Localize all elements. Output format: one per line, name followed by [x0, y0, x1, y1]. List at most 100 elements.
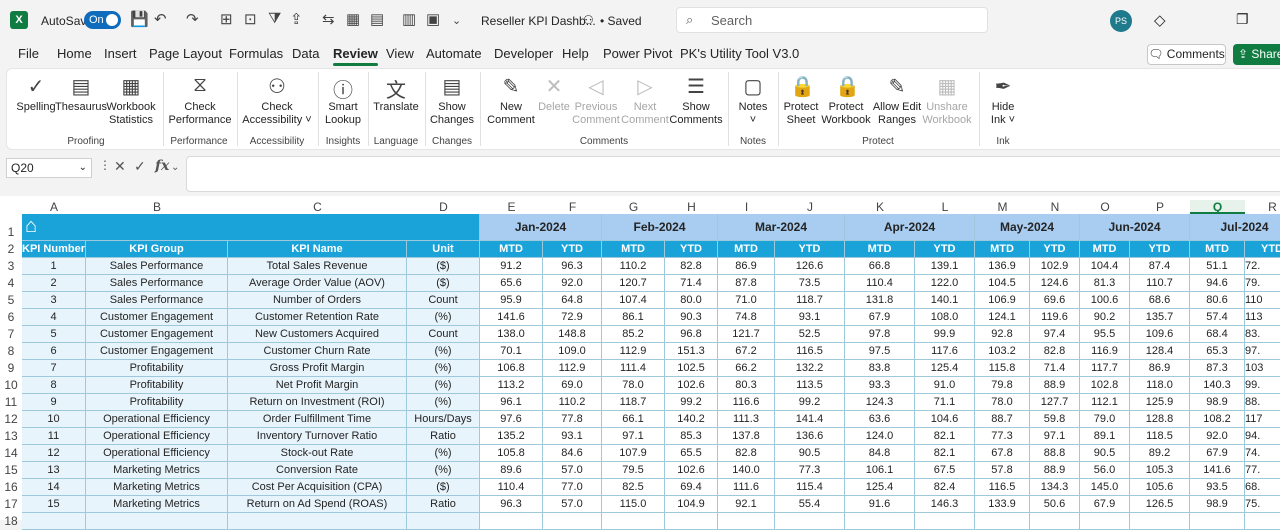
table-cell[interactable]: 82.5	[602, 479, 665, 496]
table-cell[interactable]: 78.0	[975, 394, 1030, 411]
row-header-16[interactable]: 16	[0, 479, 22, 496]
table-cell[interactable]: 139.1	[915, 258, 975, 275]
table-cell[interactable]: 65.3	[1190, 343, 1245, 360]
column-header-E[interactable]: E	[480, 200, 543, 214]
table-cell[interactable]: Inventory Turnover Ratio	[228, 428, 407, 445]
table-cell[interactable]: 108.2	[1190, 411, 1245, 428]
table-cell[interactable]: 80.3	[718, 377, 775, 394]
row-header-18[interactable]: 18	[0, 513, 22, 530]
table-cell[interactable]: 71.4	[665, 275, 718, 292]
ribbon-button-check-performance[interactable]: Check Performance	[160, 101, 240, 127]
table-cell[interactable]: 88.	[1245, 394, 1280, 411]
table-cell[interactable]: 79.	[1245, 275, 1280, 292]
table-cell[interactable]: 136.9	[975, 258, 1030, 275]
table-cell[interactable]: 110.2	[602, 258, 665, 275]
table-cell[interactable]: 82.8	[665, 258, 718, 275]
table-cell[interactable]: 88.7	[975, 411, 1030, 428]
table-cell[interactable]: 110.4	[480, 479, 543, 496]
table-cell[interactable]: 90.5	[775, 445, 845, 462]
table-cell[interactable]: (%)	[407, 343, 480, 360]
table-cell[interactable]: 90.5	[1080, 445, 1130, 462]
table-cell[interactable]: 68.4	[1190, 326, 1245, 343]
table-cell[interactable]: 89.2	[1130, 445, 1190, 462]
table-cell[interactable]: 89.6	[480, 462, 543, 479]
table-cell[interactable]: 82.1	[915, 428, 975, 445]
table-cell[interactable]: 84.8	[845, 445, 915, 462]
table-cell[interactable]: 15	[22, 496, 86, 513]
table-cell[interactable]: 117	[1245, 411, 1280, 428]
table-cell[interactable]: Stock-out Rate	[228, 445, 407, 462]
table-cell[interactable]: 112.1	[1080, 394, 1130, 411]
table-cell[interactable]: 14	[22, 479, 86, 496]
table-cell[interactable]: 1	[22, 258, 86, 275]
table-cell[interactable]: Ratio	[407, 496, 480, 513]
table-cell[interactable]: 128.8	[1130, 411, 1190, 428]
table-cell[interactable]: 135.2	[480, 428, 543, 445]
table-cell[interactable]: 124.0	[845, 428, 915, 445]
table-cell[interactable]: Operational Efficiency	[86, 445, 228, 462]
column-header-M[interactable]: M	[975, 200, 1030, 214]
name-box[interactable]: Q20 ⌄	[6, 158, 92, 178]
table-cell[interactable]: 141.4	[775, 411, 845, 428]
column-header-B[interactable]: B	[86, 200, 228, 214]
table-cell[interactable]: 57.8	[975, 462, 1030, 479]
table-cell[interactable]: 94.	[1245, 428, 1280, 445]
table-cell[interactable]: 97.5	[845, 343, 915, 360]
table-cell[interactable]: 82.4	[915, 479, 975, 496]
table-cell[interactable]: Operational Efficiency	[86, 411, 228, 428]
table-cell[interactable]: 126.6	[775, 258, 845, 275]
tab-data[interactable]: Data	[292, 46, 319, 61]
table-cell[interactable]: 86.9	[1130, 360, 1190, 377]
table-cell[interactable]: 121.7	[718, 326, 775, 343]
table-cell[interactable]: 135.7	[1130, 309, 1190, 326]
calculator-icon[interactable]: ▥	[402, 10, 416, 28]
table-cell[interactable]: 77.3	[975, 428, 1030, 445]
row-header-10[interactable]: 10	[0, 377, 22, 394]
table-cell[interactable]: 100.6	[1080, 292, 1130, 309]
table-cell[interactable]: 96.1	[480, 394, 543, 411]
table-cell[interactable]: 88.9	[1030, 462, 1080, 479]
table-cell[interactable]: 115.0	[602, 496, 665, 513]
table-cell[interactable]	[845, 513, 915, 530]
table-cell[interactable]: 95.5	[1080, 326, 1130, 343]
save-icon[interactable]: 💾	[130, 10, 149, 28]
table-cell[interactable]: 116.5	[775, 343, 845, 360]
table-cell[interactable]: 65.5	[665, 445, 718, 462]
table-cell[interactable]: 79.8	[975, 377, 1030, 394]
table-cell[interactable]: 67.9	[1080, 496, 1130, 513]
ribbon-button-hide-ink[interactable]: Hide Ink ˅	[963, 101, 1043, 127]
table-cell[interactable]: Sales Performance	[86, 258, 228, 275]
table-cell[interactable]: Customer Engagement	[86, 326, 228, 343]
tab-help[interactable]: Help	[562, 46, 589, 61]
table-cell[interactable]: 145.0	[1080, 479, 1130, 496]
table-cell[interactable]: 118.5	[1130, 428, 1190, 445]
table-cell[interactable]: (%)	[407, 445, 480, 462]
table-cell[interactable]: 71.1	[915, 394, 975, 411]
table-cell[interactable]: Sales Performance	[86, 275, 228, 292]
table-cell[interactable]: 82.8	[718, 445, 775, 462]
row-header-17[interactable]: 17	[0, 496, 22, 513]
column-header-F[interactable]: F	[543, 200, 602, 214]
table-cell[interactable]: 108.0	[915, 309, 975, 326]
column-header-O[interactable]: O	[1080, 200, 1130, 214]
table-cell[interactable]: 118.7	[775, 292, 845, 309]
table-cell[interactable]: 63.6	[845, 411, 915, 428]
table-cell[interactable]	[407, 513, 480, 530]
formula-input[interactable]	[186, 156, 1280, 192]
table-cell[interactable]: 109.6	[1130, 326, 1190, 343]
table-cell[interactable]: 79.0	[1080, 411, 1130, 428]
avatar[interactable]: PS	[1110, 10, 1132, 32]
tab-file[interactable]: File	[18, 46, 39, 61]
expand-fx-icon[interactable]: ⌄	[171, 162, 179, 173]
table-cell[interactable]: 77.8	[543, 411, 602, 428]
table-cell[interactable]: 87.8	[718, 275, 775, 292]
table-cell[interactable]: 115.8	[975, 360, 1030, 377]
table-cell[interactable]: Count	[407, 292, 480, 309]
table-cell[interactable]: 4	[22, 309, 86, 326]
table-cell[interactable]: 94.6	[1190, 275, 1245, 292]
table-cell[interactable]: 124.1	[975, 309, 1030, 326]
table-cell[interactable]: 118.7	[602, 394, 665, 411]
table-cell[interactable]: 140.1	[915, 292, 975, 309]
table-cell[interactable]: 90.3	[665, 309, 718, 326]
table-cell[interactable]: Customer Engagement	[86, 309, 228, 326]
